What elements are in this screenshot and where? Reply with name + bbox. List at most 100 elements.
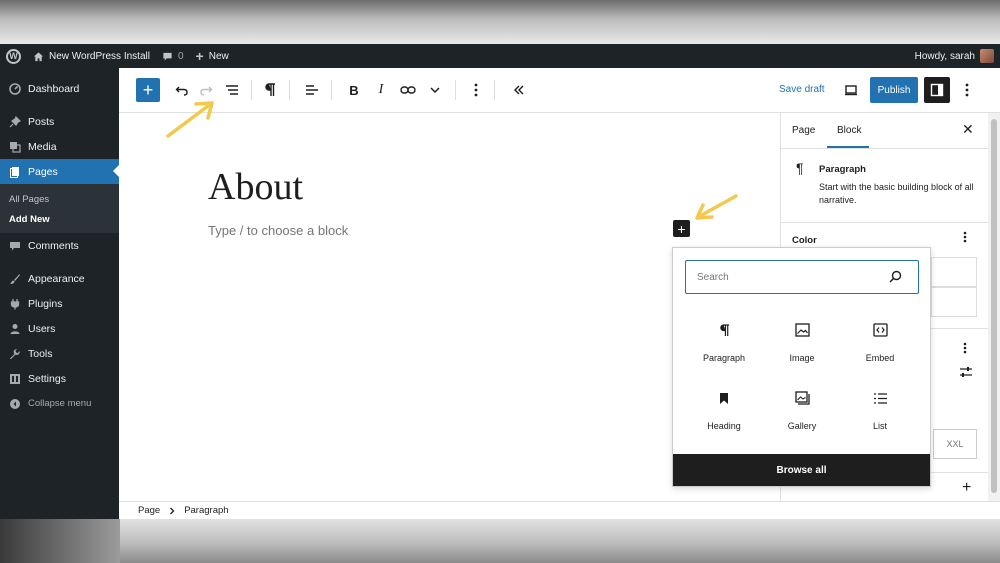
typography-options-button[interactable] — [963, 341, 967, 357]
color-panel-title: Color — [792, 235, 817, 246]
sidebar-icon — [930, 83, 944, 97]
italic-button[interactable]: I — [371, 78, 391, 102]
kebab-menu-icon — [963, 231, 967, 243]
color-options-button[interactable] — [963, 230, 967, 246]
search-icon — [889, 270, 902, 286]
block-card-description: Start with the basic building block of a… — [819, 182, 974, 205]
sidebar-item-tools[interactable]: Tools — [0, 341, 119, 366]
list-icon — [841, 389, 919, 407]
paragraph-icon — [265, 83, 275, 96]
background-color-option[interactable] — [931, 287, 977, 317]
block-option-heading[interactable]: Heading — [685, 389, 763, 431]
align-button[interactable] — [301, 78, 323, 102]
italic-icon: I — [378, 82, 384, 97]
undo-icon — [175, 86, 188, 96]
document-overview-button[interactable] — [221, 78, 243, 102]
sidebar-item-posts[interactable]: Posts — [0, 109, 119, 134]
collapse-toolbar-button[interactable] — [508, 78, 530, 102]
block-type-button[interactable] — [259, 78, 281, 102]
quick-inserter-popover: Search Paragraph Image Embed Heading Gal… — [672, 247, 931, 487]
gallery-icon — [763, 389, 841, 407]
block-option-image[interactable]: Image — [763, 321, 841, 363]
media-icon — [8, 140, 21, 153]
scrollbar-thumb[interactable] — [991, 119, 997, 493]
block-search-input[interactable]: Search — [685, 260, 919, 294]
pin-icon — [8, 115, 21, 128]
sidebar-item-comments[interactable]: Comments — [0, 233, 119, 258]
save-draft-button[interactable]: Save draft — [779, 84, 825, 95]
active-tab-indicator — [827, 146, 869, 148]
add-block-button[interactable]: + — [673, 220, 690, 237]
home-icon — [33, 51, 44, 61]
sidebar-item-dashboard[interactable]: Dashboard — [0, 76, 119, 101]
sidebar-item-plugins[interactable]: Plugins — [0, 291, 119, 316]
block-option-gallery[interactable]: Gallery — [763, 389, 841, 431]
block-options-button[interactable] — [466, 78, 486, 102]
toolbar-divider — [289, 80, 290, 100]
tab-block[interactable]: Block — [837, 125, 861, 136]
my-account-menu[interactable]: Howdy, sarah — [915, 49, 1000, 63]
pages-icon — [8, 165, 21, 178]
admin-bar: W New WordPress Install 0 + New Howdy, s… — [0, 44, 1000, 68]
comments-link[interactable]: 0 — [156, 44, 190, 68]
comment-icon — [163, 52, 172, 61]
browse-all-button[interactable]: Browse all — [673, 454, 930, 486]
block-option-label: Gallery — [787, 421, 817, 431]
more-formatting-button[interactable] — [424, 78, 446, 102]
block-option-label: List — [872, 421, 887, 431]
chevron-double-left-icon — [514, 85, 524, 95]
link-button[interactable] — [397, 78, 419, 102]
preview-button[interactable] — [840, 78, 862, 102]
plus-icon: + — [677, 220, 686, 237]
toolbar-divider — [455, 80, 456, 100]
block-option-label: Image — [789, 353, 815, 363]
block-placeholder[interactable]: Type / to choose a block — [208, 223, 348, 238]
site-name-link[interactable]: New WordPress Install — [27, 44, 156, 68]
list-view-icon — [226, 85, 238, 95]
dimensions-add-button[interactable]: + — [962, 479, 971, 497]
text-color-option[interactable] — [931, 257, 977, 287]
publish-button[interactable]: Publish — [870, 77, 918, 103]
chevron-right-icon — [170, 507, 175, 514]
sidebar-item-settings[interactable]: Settings — [0, 366, 119, 391]
block-option-list[interactable]: List — [841, 389, 919, 431]
photo-frame-bottom — [0, 519, 1000, 563]
submenu-all-pages[interactable]: All Pages — [0, 189, 119, 209]
settings-tabs: Page Block ✕ — [781, 113, 1000, 149]
breadcrumb-paragraph[interactable]: Paragraph — [184, 505, 228, 516]
sidebar-item-media[interactable]: Media — [0, 134, 119, 159]
options-menu-button[interactable] — [957, 78, 977, 102]
sliders-icon — [960, 367, 972, 377]
tab-page[interactable]: Page — [792, 125, 815, 136]
sidebar-item-label: Settings — [28, 372, 66, 385]
chevron-down-icon — [430, 87, 440, 94]
search-placeholder: Search — [697, 271, 729, 283]
sidebar-scrollbar[interactable] — [988, 113, 1000, 501]
bold-icon: B — [349, 82, 359, 98]
close-settings-button[interactable]: ✕ — [962, 121, 974, 138]
font-size-xxl-option[interactable]: XXL — [933, 429, 977, 459]
block-option-paragraph[interactable]: Paragraph — [685, 321, 763, 363]
new-content-link[interactable]: + New — [190, 44, 235, 68]
page-title[interactable]: About — [208, 165, 303, 209]
sidebar-item-label: Plugins — [28, 297, 63, 310]
sidebar-item-users[interactable]: Users — [0, 316, 119, 341]
collapse-menu-button[interactable]: Collapse menu — [0, 391, 119, 416]
block-breadcrumb: Page Paragraph — [119, 501, 1000, 519]
close-icon: ✕ — [962, 121, 974, 137]
photo-frame-bottom-left — [0, 519, 120, 563]
custom-size-button[interactable] — [959, 365, 973, 381]
submenu-add-new[interactable]: Add New — [0, 209, 119, 229]
settings-toggle-button[interactable] — [924, 77, 950, 103]
photo-frame-top — [0, 0, 1000, 44]
desktop-icon — [845, 85, 857, 96]
wordpress-logo-menu[interactable]: W — [0, 44, 27, 68]
sidebar-item-pages[interactable]: Pages — [0, 159, 119, 184]
breadcrumb-page[interactable]: Page — [138, 505, 160, 516]
image-icon — [763, 321, 841, 339]
brush-icon — [8, 272, 21, 285]
block-inserter-toggle[interactable]: + — [136, 78, 160, 102]
sidebar-item-appearance[interactable]: Appearance — [0, 266, 119, 291]
bold-button[interactable]: B — [344, 78, 364, 102]
block-option-embed[interactable]: Embed — [841, 321, 919, 363]
